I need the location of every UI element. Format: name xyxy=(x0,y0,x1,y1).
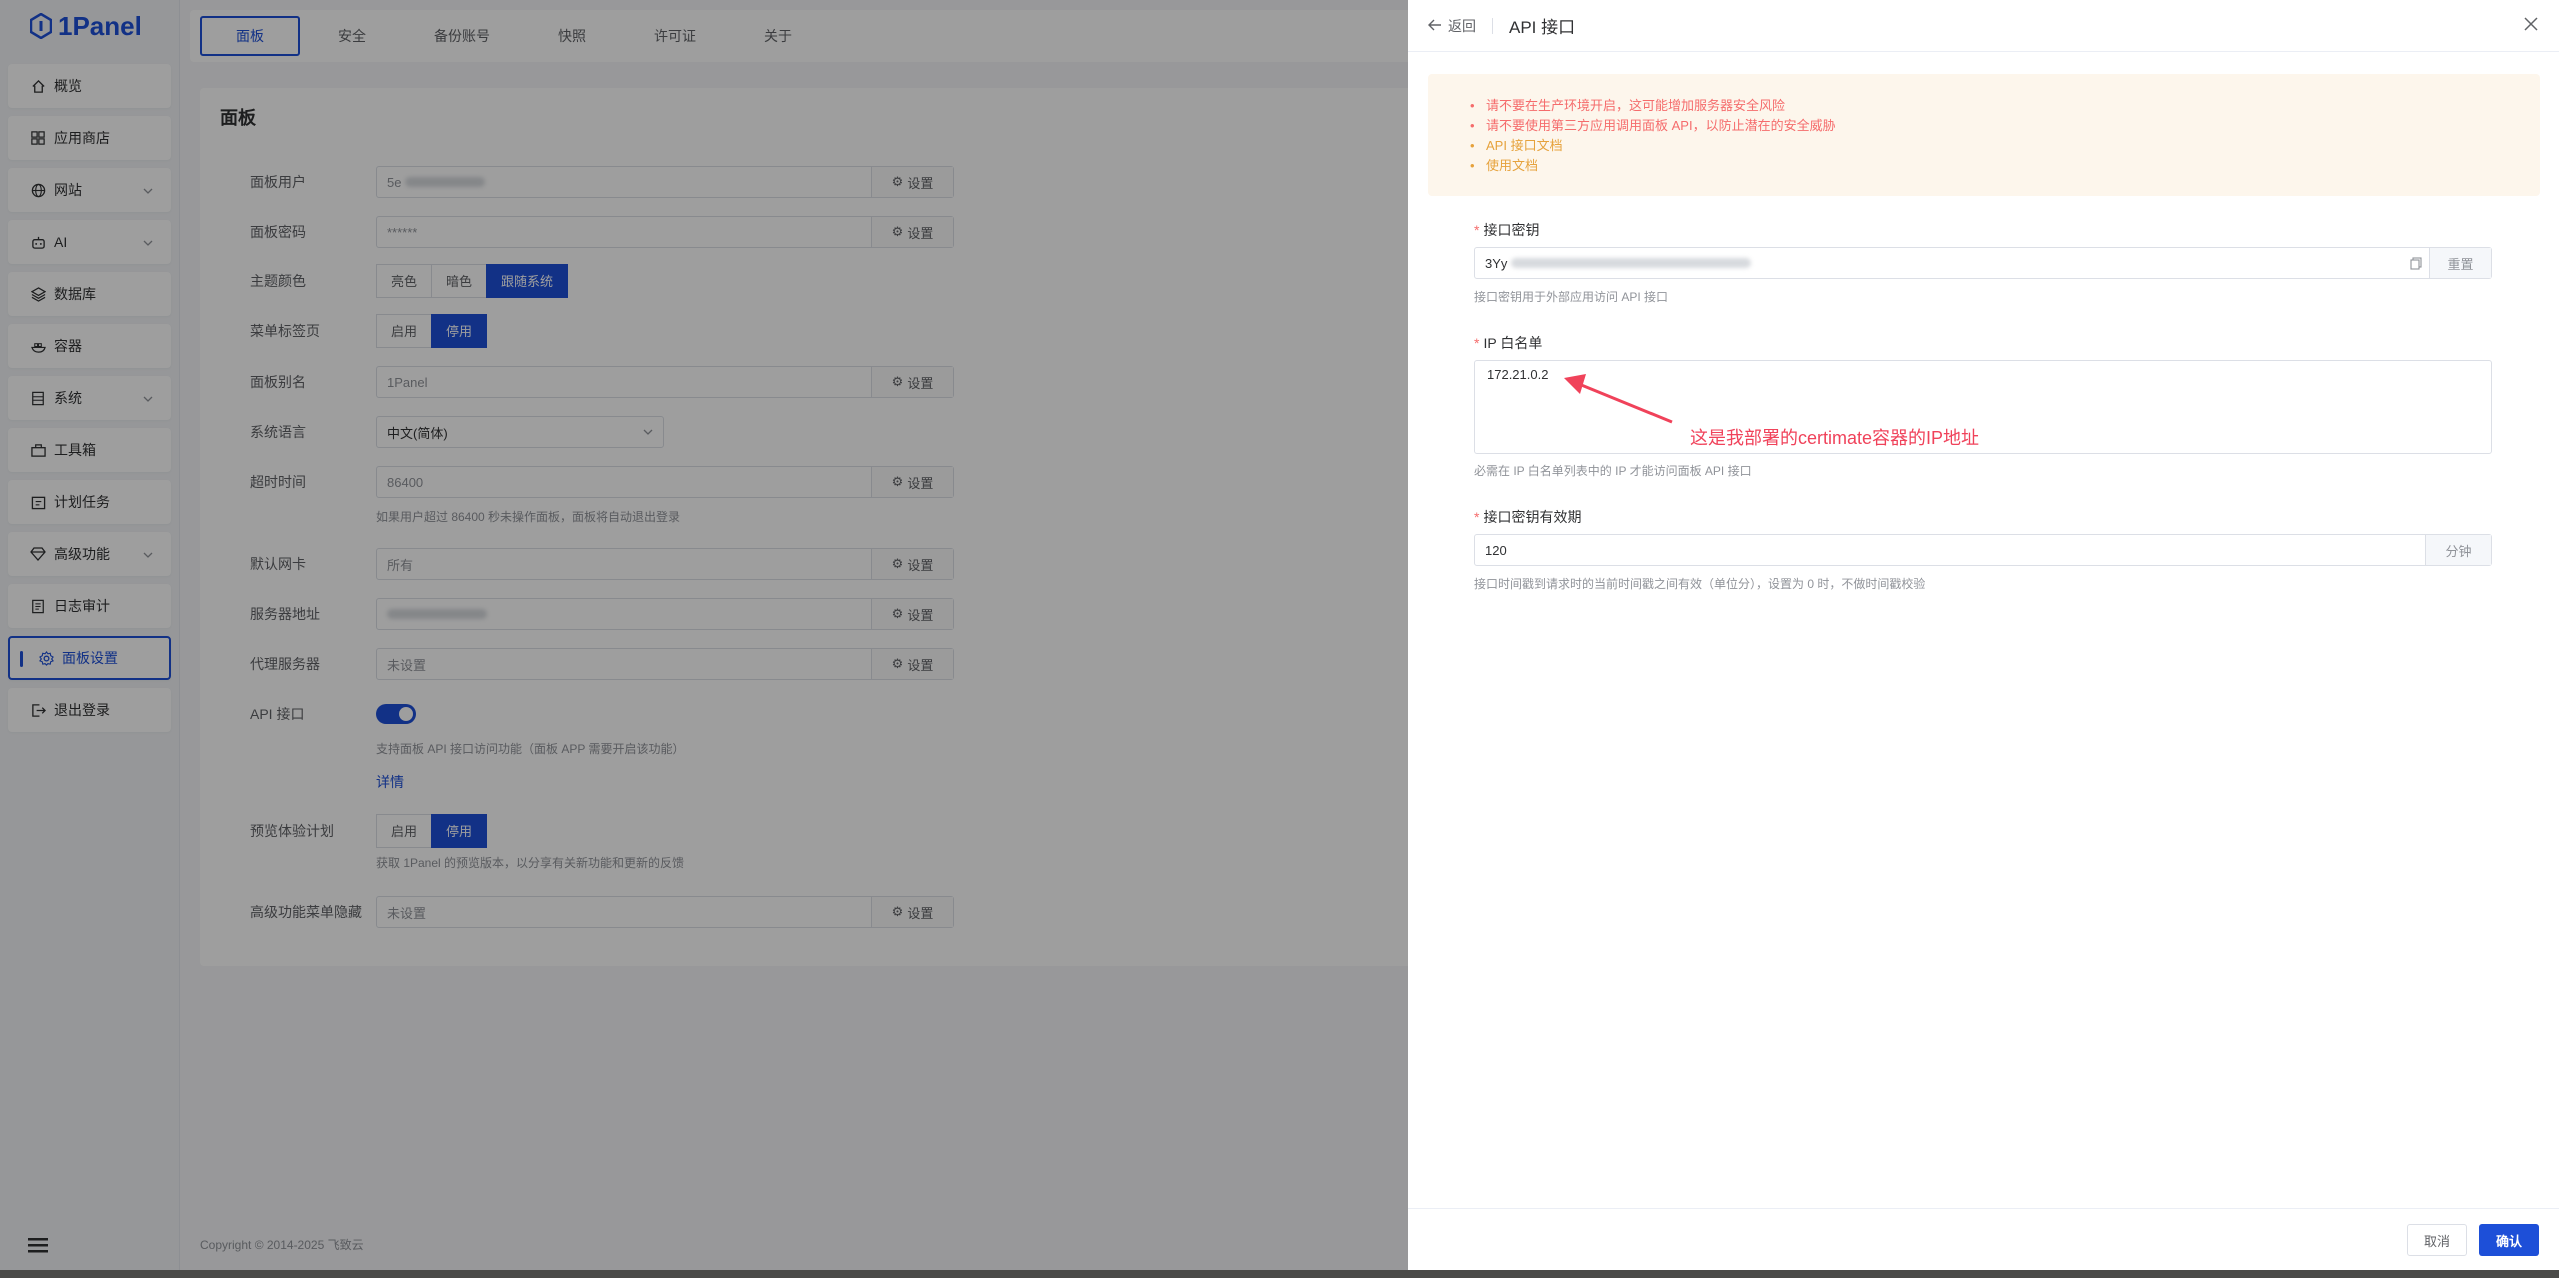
required-mark: * xyxy=(1474,509,1480,525)
api-key-value[interactable]: 3Yy xyxy=(1485,256,1507,271)
api-key-reset-button[interactable]: 重置 xyxy=(2429,248,2491,278)
api-key-label: * 接口密钥 xyxy=(1474,222,1540,238)
taskbar-strip xyxy=(0,1270,2559,1278)
ip-whitelist-label: * IP 白名单 xyxy=(1474,335,1543,351)
confirm-button[interactable]: 确认 xyxy=(2479,1224,2539,1256)
close-icon[interactable] xyxy=(2523,16,2539,35)
ip-whitelist-value: 172.21.0.2 xyxy=(1487,367,1549,382)
api-docs-link[interactable]: API 接口文档 xyxy=(1470,136,2540,156)
annotation-text: 这是我部署的certimate容器的IP地址 xyxy=(1690,428,1980,448)
key-validity-field[interactable]: 120 分钟 xyxy=(1474,534,2492,566)
required-mark: * xyxy=(1474,335,1480,351)
drawer-title: API 接口 xyxy=(1509,18,1576,37)
ip-whitelist-hint: 必需在 IP 白名单列表中的 IP 才能访问面板 API 接口 xyxy=(1474,464,1752,478)
key-validity-value: 120 xyxy=(1485,542,1507,558)
api-key-hint: 接口密钥用于外部应用访问 API 接口 xyxy=(1474,290,1669,304)
redacted-text xyxy=(1511,258,1752,268)
key-validity-unit: 分钟 xyxy=(2425,535,2491,565)
drawer-header: 返回 API 接口 xyxy=(1408,0,2559,52)
required-mark: * xyxy=(1474,222,1480,238)
security-warning-alert: 请不要在生产环境开启，这可能增加服务器安全风险 请不要使用第三方应用调用面板 A… xyxy=(1428,74,2540,196)
alert-item: 请不要使用第三方应用调用面板 API，以防止潜在的安全威胁 xyxy=(1470,116,2540,136)
drawer-footer: 取消 确认 xyxy=(1408,1208,2559,1270)
alert-item: 请不要在生产环境开启，这可能增加服务器安全风险 xyxy=(1470,96,2540,116)
usage-docs-link[interactable]: 使用文档 xyxy=(1470,156,2540,176)
cancel-button[interactable]: 取消 xyxy=(2407,1224,2467,1256)
divider xyxy=(1492,17,1493,34)
copy-icon[interactable] xyxy=(2403,256,2429,270)
back-button[interactable]: 返回 xyxy=(1428,16,1476,36)
annotation-arrow xyxy=(1564,374,1673,424)
api-drawer: 返回 API 接口 请不要在生产环境开启，这可能增加服务器安全风险 请不要使用第… xyxy=(1408,0,2559,1270)
api-key-field: 3Yy 重置 xyxy=(1474,247,2492,279)
key-validity-hint: 接口时间戳到请求时的当前时间戳之间有效（单位分），设置为 0 时，不做时间戳校验 xyxy=(1474,577,1926,591)
key-validity-label: * 接口密钥有效期 xyxy=(1474,509,1582,525)
arrow-left-icon xyxy=(1428,18,1442,34)
drawer-overlay-mask[interactable] xyxy=(0,0,1408,1270)
